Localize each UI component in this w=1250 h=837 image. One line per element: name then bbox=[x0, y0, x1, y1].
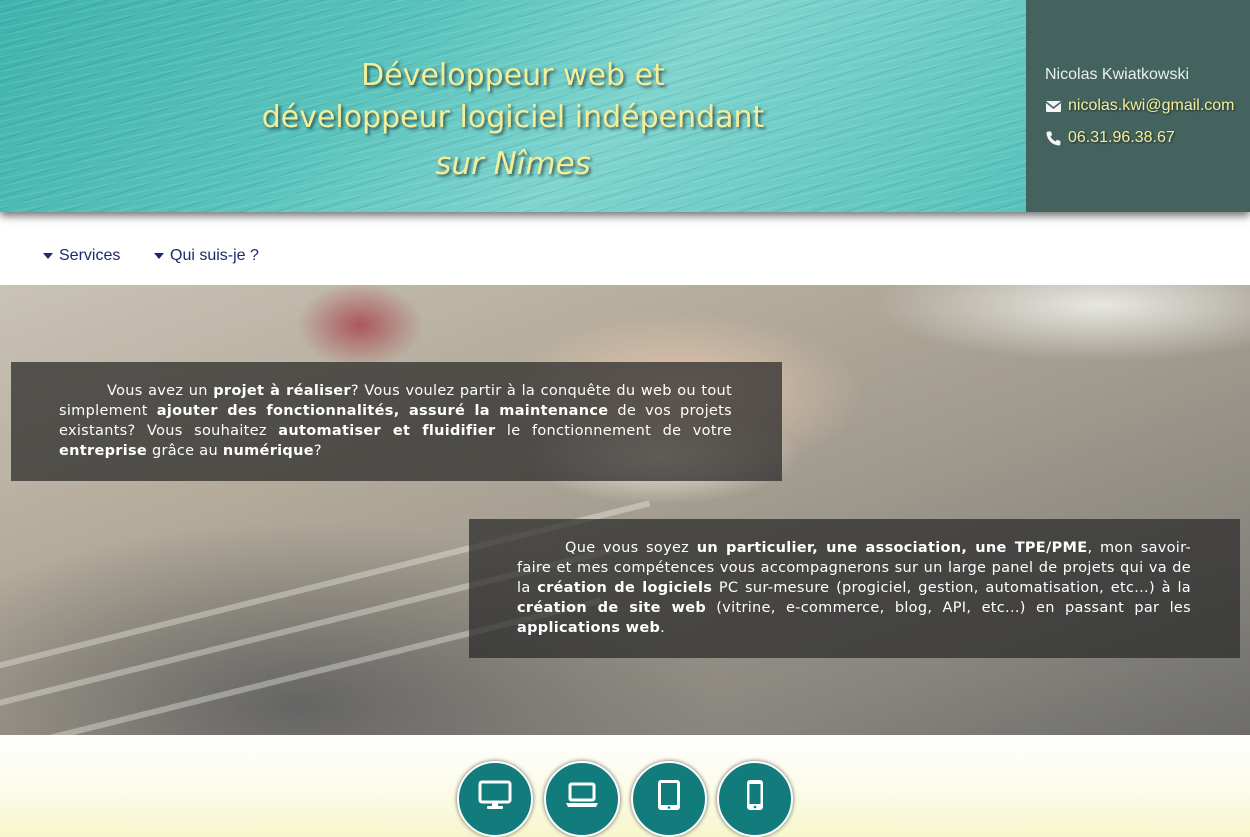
highlight-text: création de logiciels bbox=[537, 580, 713, 596]
hero-section: Vous avez un projet à réaliser? Vous vou… bbox=[0, 285, 1250, 735]
highlight-text: numérique bbox=[222, 443, 314, 459]
title-line-2: développeur logiciel indépendant bbox=[261, 100, 765, 135]
main-nav: Services Qui suis-je ? bbox=[0, 212, 1250, 285]
site-title: Développeur web et développeur logiciel … bbox=[0, 55, 1026, 182]
site-header: Développeur web et développeur logiciel … bbox=[0, 0, 1250, 212]
body-text: le fonctionnement de votre bbox=[495, 423, 733, 439]
header-banner: Développeur web et développeur logiciel … bbox=[0, 0, 1026, 212]
body-text: Que vous soyez bbox=[565, 540, 697, 556]
body-text: ? bbox=[313, 443, 322, 459]
highlight-text: un particulier, une association, une TPE… bbox=[696, 540, 1088, 556]
body-text: Vous avez un bbox=[107, 383, 214, 399]
laptop-button[interactable] bbox=[544, 761, 620, 837]
intro-text: Vous avez un projet à réaliser? Vous vou… bbox=[59, 383, 732, 459]
desktop-button[interactable] bbox=[457, 761, 533, 837]
intro-text-box: Vous avez un projet à réaliser? Vous vou… bbox=[11, 362, 782, 481]
services-text-box: Que vous soyez un particulier, une assoc… bbox=[469, 519, 1240, 658]
contact-phone[interactable]: 06.31.96.38.67 bbox=[1068, 129, 1175, 147]
contact-email[interactable]: nicolas.kwi@gmail.com bbox=[1068, 97, 1235, 115]
highlight-text: projet à réaliser bbox=[213, 383, 351, 399]
nav-item-services[interactable]: Services bbox=[43, 247, 120, 265]
nav-item-about[interactable]: Qui suis-je ? bbox=[154, 247, 259, 265]
tablet-button[interactable] bbox=[631, 761, 707, 837]
contact-phone-link[interactable]: 06.31.96.38.67 bbox=[1045, 129, 1175, 147]
body-text: . bbox=[660, 620, 666, 636]
title-line-3: sur Nîmes bbox=[435, 146, 591, 182]
envelope-icon bbox=[1045, 98, 1062, 115]
highlight-text: ajouter des fonctionnalités, assuré la m… bbox=[156, 403, 609, 419]
contact-email-link[interactable]: nicolas.kwi@gmail.com bbox=[1045, 97, 1235, 115]
body-text: grâce au bbox=[147, 443, 223, 459]
device-section bbox=[0, 735, 1250, 837]
services-text: Que vous soyez un particulier, une assoc… bbox=[517, 540, 1191, 636]
caret-down-icon bbox=[154, 253, 164, 259]
highlight-text: applications web bbox=[517, 620, 661, 636]
nav-item-label: Qui suis-je ? bbox=[170, 247, 259, 264]
contact-panel: Nicolas Kwiatkowski nicolas.kwi@gmail.co… bbox=[1026, 0, 1250, 212]
contact-name: Nicolas Kwiatkowski bbox=[1045, 66, 1190, 83]
body-text: (vitrine, e-commerce, blog, API, etc...)… bbox=[706, 600, 1191, 616]
highlight-text: entreprise bbox=[59, 443, 148, 459]
caret-down-icon bbox=[43, 253, 53, 259]
nav-item-label: Services bbox=[59, 247, 121, 264]
desktop-icon bbox=[478, 780, 512, 809]
title-line-1: Développeur web et bbox=[361, 58, 665, 93]
tablet-icon bbox=[658, 780, 680, 810]
highlight-text: automatiser et fluidifier bbox=[278, 423, 496, 439]
laptop-icon bbox=[566, 782, 598, 807]
smartphone-button[interactable] bbox=[717, 761, 793, 837]
phone-icon bbox=[1045, 130, 1062, 147]
smartphone-icon bbox=[747, 780, 763, 810]
body-text: PC sur-mesure (progiciel, gestion, autom… bbox=[712, 580, 1191, 596]
highlight-text: création de site web bbox=[517, 600, 707, 616]
